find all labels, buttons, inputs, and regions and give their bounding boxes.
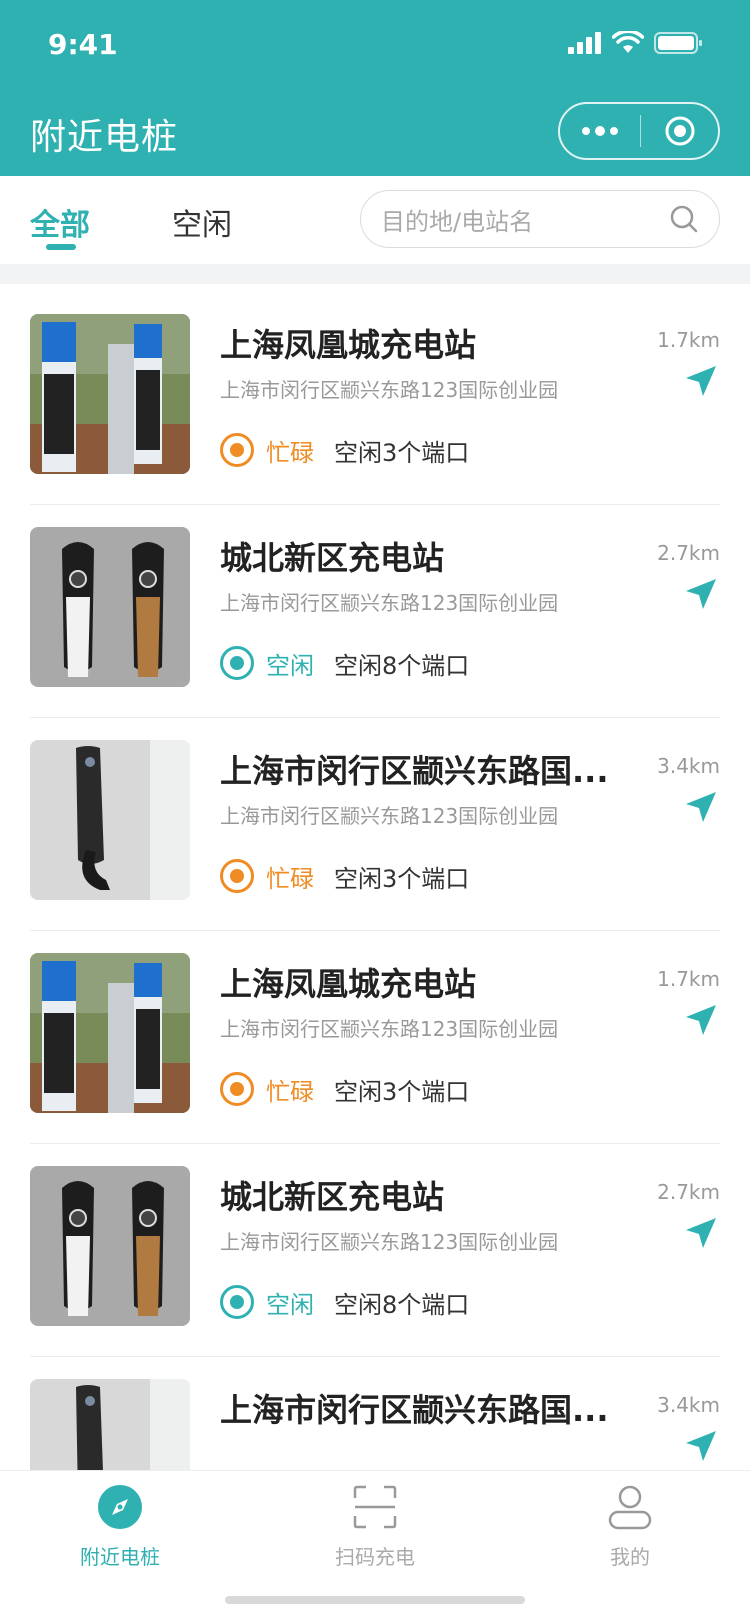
station-photo (30, 1379, 190, 1470)
tabbar-mine[interactable]: 我的 (540, 1483, 720, 1570)
station-name: 上海凤凰城充电站 (220, 326, 477, 364)
target-icon (665, 116, 694, 146)
station-status: 忙碌 空闲3个端口 (220, 1071, 469, 1107)
status-label: 忙碌 (266, 864, 314, 893)
mini-program-capsule (558, 102, 720, 160)
station-name: 城北新区充电站 (220, 539, 445, 577)
station-card[interactable]: 上海市闵行区颛兴东路国... 上海市闵行区颛兴东路123国际创业园 3.4km 忙碌空… (30, 710, 720, 931)
home-indicator (225, 1596, 525, 1604)
station-status: 忙碌 空闲3个端口 (220, 432, 469, 468)
station-name: 上海市闵行区颛兴东路国... (220, 752, 609, 790)
status-dot-icon (220, 646, 254, 680)
tab-idle[interactable]: 空闲 (172, 200, 232, 244)
available-ports: 空闲8个端口 (334, 1290, 470, 1319)
station-distance: 1.7km (657, 967, 720, 991)
station-distance: 3.4km (657, 1393, 720, 1417)
close-program-button[interactable] (641, 104, 718, 158)
status-dot-icon (220, 433, 254, 467)
header: 9:41 附近电桩 (0, 0, 750, 176)
station-distance: 3.4km (657, 754, 720, 778)
status-label: 忙碌 (266, 438, 314, 467)
station-distance: 2.7km (657, 1180, 720, 1204)
navigate-icon[interactable] (684, 1003, 718, 1037)
status-label: 空闲 (266, 651, 314, 680)
user-icon (606, 1483, 654, 1531)
tabbar-label: 我的 (610, 1545, 650, 1569)
section-divider (0, 264, 750, 284)
station-distance: 1.7km (657, 328, 720, 352)
filter-tabs: 全部 空闲 目的地/电站名 (0, 176, 750, 264)
available-ports: 空闲3个端口 (334, 438, 470, 467)
station-card[interactable]: 上海市闵行区颛兴东路国... 3.4km (30, 1349, 720, 1470)
available-ports: 空闲3个端口 (334, 1077, 470, 1106)
navigate-icon[interactable] (684, 1216, 718, 1250)
tabbar-scan[interactable]: 扫码充电 (285, 1483, 465, 1570)
station-photo (30, 1166, 190, 1326)
station-address: 上海市闵行区颛兴东路123国际创业园 (220, 1230, 559, 1254)
station-status: 空闲 空闲8个端口 (220, 1284, 469, 1320)
more-dots-icon (582, 126, 618, 136)
station-card[interactable]: 上海凤凰城充电站上海市闵行区颛兴东路123国际创业园 1.7km 忙碌 空闲3个端口 (30, 923, 720, 1144)
station-photo (30, 740, 190, 900)
station-address: 上海市闵行区颛兴东路123国际创业园 (220, 378, 559, 402)
status-label: 忙碌 (266, 1077, 314, 1106)
station-address: 上海市闵行区颛兴东路123国际创业园 (220, 591, 559, 615)
station-photo (30, 953, 190, 1113)
tabbar-label: 附近电桩 (80, 1545, 160, 1569)
available-ports: 空闲8个端口 (334, 651, 470, 680)
station-photo (30, 527, 190, 687)
station-card[interactable]: 城北新区充电站上海市闵行区颛兴东路123国际创业园 2.7km 空闲 空闲8个端口 (30, 1136, 720, 1357)
station-card[interactable]: 城北新区充电站上海市闵行区颛兴东路123国际创业园 2.7km 空闲 空闲8个端口 (30, 497, 720, 718)
status-time: 9:41 (48, 28, 118, 61)
status-icons (568, 26, 702, 60)
status-label: 空闲 (266, 1290, 314, 1319)
station-list: 上海凤凰城充电站 上海市闵行区颛兴东路123国际创业园 1.7km 忙碌 空闲3个端口城… (0, 284, 750, 1470)
status-dot-icon (220, 1072, 254, 1106)
search-placeholder: 目的地/电站名 (381, 207, 534, 236)
station-address: 上海市闵行区颛兴东路123国际创业园 (220, 804, 559, 828)
scan-icon (351, 1483, 399, 1531)
active-tab-indicator (46, 244, 76, 250)
signal-icon (568, 32, 601, 54)
navigate-icon[interactable] (684, 577, 718, 611)
station-name: 城北新区充电站 (220, 1178, 445, 1216)
station-name: 上海凤凰城充电站 (220, 965, 477, 1003)
battery-icon (654, 32, 702, 54)
station-address: 上海市闵行区颛兴东路123国际创业园 (220, 1017, 559, 1041)
status-dot-icon (220, 1285, 254, 1319)
navigate-icon[interactable] (684, 364, 718, 398)
navigate-icon[interactable] (684, 790, 718, 824)
station-name: 上海市闵行区颛兴东路国... (220, 1391, 609, 1429)
status-dot-icon (220, 859, 254, 893)
tab-all[interactable]: 全部 (30, 200, 90, 244)
available-ports: 空闲3个端口 (334, 864, 470, 893)
navigate-icon[interactable] (684, 1429, 718, 1463)
wifi-icon (612, 31, 644, 53)
station-card[interactable]: 上海凤凰城充电站上海市闵行区颛兴东路123国际创业园 1.7km 忙碌 空闲3个端口 (30, 284, 720, 505)
station-status: 空闲 空闲8个端口 (220, 645, 469, 681)
station-status: 忙碌 空闲3个端口 (220, 858, 469, 894)
station-distance: 2.7km (657, 541, 720, 565)
tabbar-label: 扫码充电 (335, 1545, 415, 1569)
more-button[interactable] (560, 104, 640, 158)
compass-icon (96, 1483, 144, 1531)
tabbar-nearby[interactable]: 附近电桩 (30, 1483, 210, 1570)
page-title: 附近电桩 (30, 117, 179, 158)
search-icon (670, 205, 698, 233)
station-photo (30, 314, 190, 474)
search-input[interactable]: 目的地/电站名 (360, 190, 720, 248)
